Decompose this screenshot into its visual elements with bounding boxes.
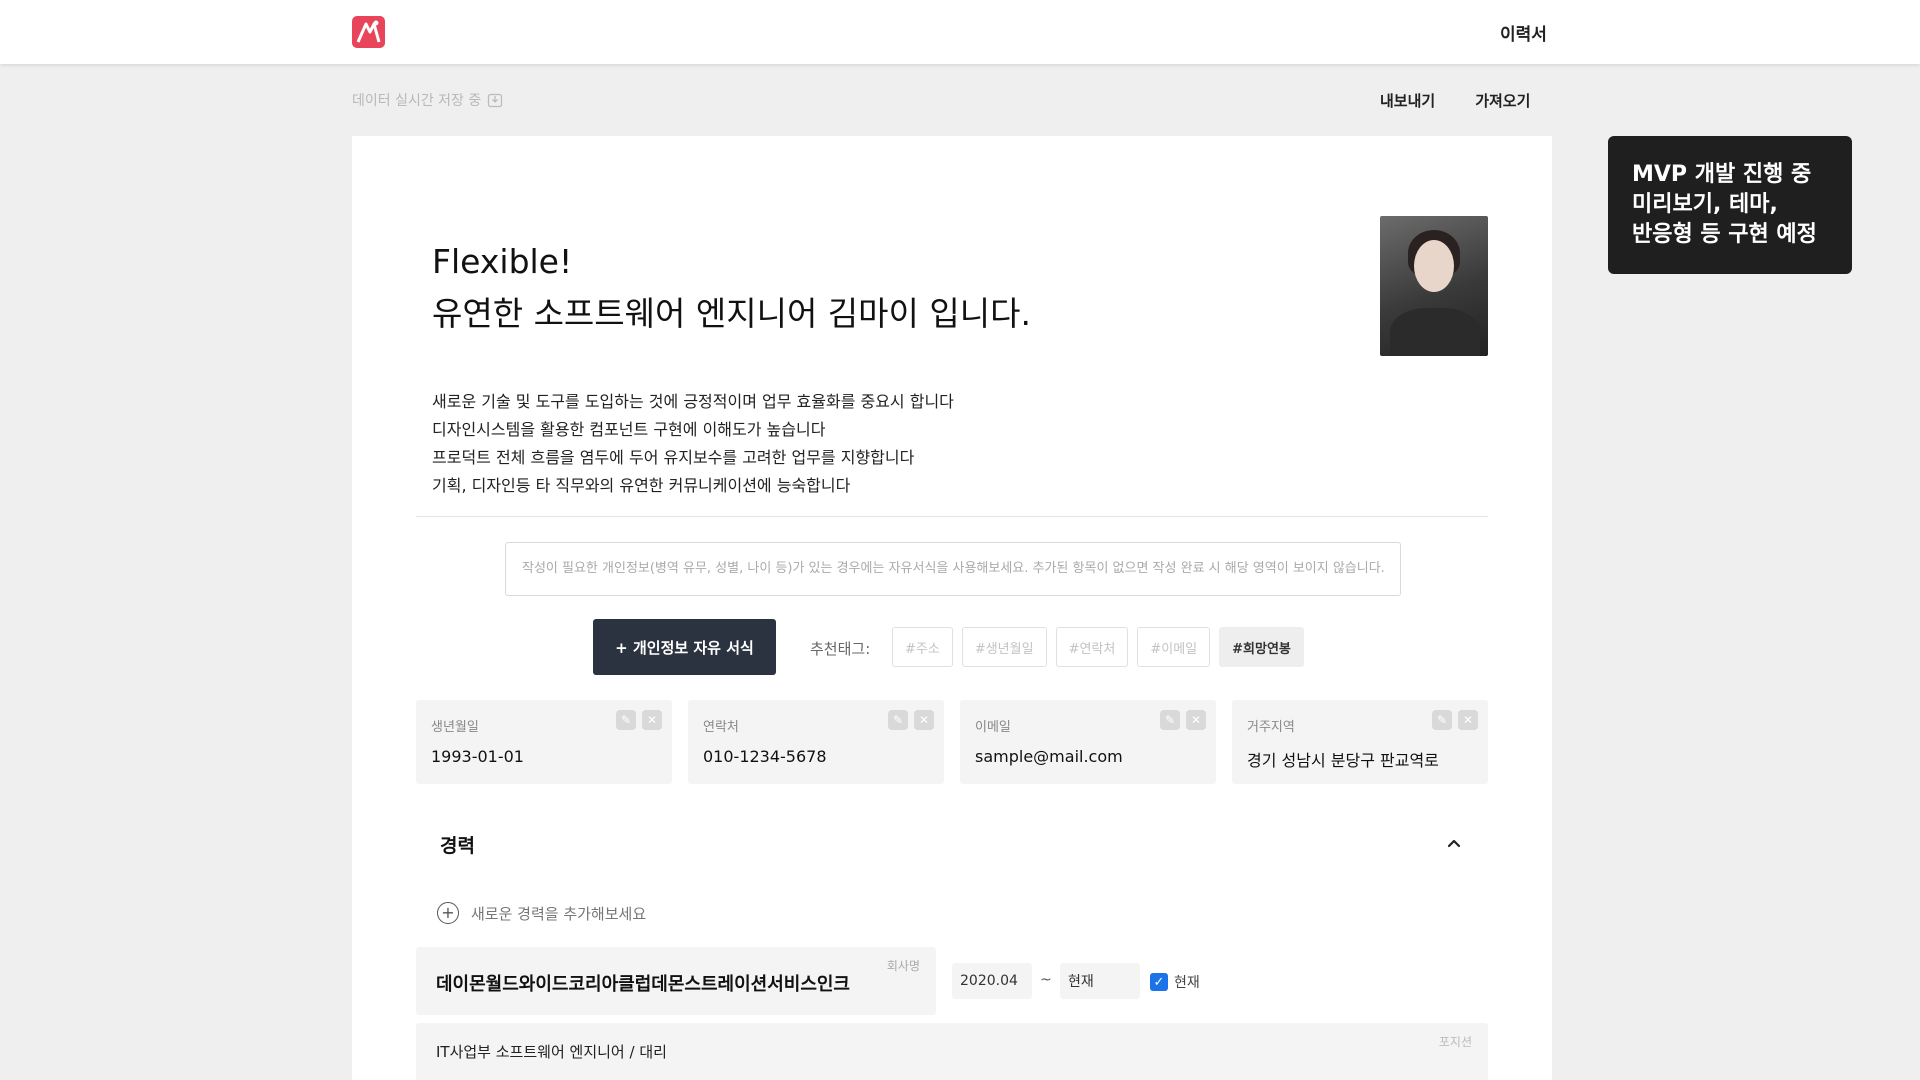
close-icon[interactable]: ✕	[914, 710, 934, 730]
card-actions: ✎ ✕	[616, 710, 662, 730]
current-label: 현재	[1174, 975, 1200, 991]
nav-resume-link[interactable]: 이력서	[1500, 20, 1547, 45]
card-actions: ✎ ✕	[888, 710, 934, 730]
app-logo-icon[interactable]	[352, 16, 385, 48]
card-actions: ✎ ✕	[1160, 710, 1206, 730]
info-card-residence[interactable]: 거주지역 경기 성남시 분당구 판교역로 ✎ ✕	[1232, 700, 1488, 784]
info-card-value: sample@mail.com	[975, 747, 1123, 766]
intro-line: 디자인시스템을 활용한 컴포넌트 구현에 이해도가 높습니다	[432, 420, 826, 439]
intro-line: 새로운 기술 및 도구를 도입하는 것에 긍정적이며 업무 효율화를 중요시 합…	[432, 392, 954, 411]
add-career-button[interactable]: + 새로운 경력을 추가해보세요	[437, 902, 646, 924]
chevron-up-icon[interactable]	[1444, 833, 1464, 853]
top-navbar: 이력서	[0, 0, 1920, 64]
save-status-text: 데이터 실시간 저장 중	[352, 93, 482, 109]
save-status: 데이터 실시간 저장 중	[352, 90, 503, 110]
personal-info-cards: 생년월일 1993-01-01 ✎ ✕ 연락처 010-1234-5678 ✎ …	[416, 700, 1488, 784]
edit-icon[interactable]: ✎	[1160, 710, 1180, 730]
add-career-label: 새로운 경력을 추가해보세요	[471, 904, 647, 923]
tag-contact[interactable]: #연락처	[1055, 627, 1129, 667]
photo-body	[1390, 308, 1480, 356]
start-date-field[interactable]: 2020.04	[952, 963, 1032, 999]
photo-face	[1414, 240, 1454, 292]
position-value: IT사업부 소프트웨어 엔지니어 / 대리	[436, 1043, 667, 1061]
current-employment-toggle[interactable]: ✓ 현재	[1150, 972, 1200, 992]
recommended-tags: #주소 #생년월일 #연락처 #이메일 #희망연봉	[892, 627, 1304, 667]
tag-desired-salary[interactable]: #희망연봉	[1219, 627, 1304, 667]
intro-line: 기획, 디자인등 타 직무와의 유연한 커뮤니케이션에 능숙합니다	[432, 476, 851, 495]
card-actions: ✎ ✕	[1432, 710, 1478, 730]
company-name-label: 회사명	[886, 959, 920, 973]
company-name-value: 데이몬월드와이드코리아클럽데몬스트레이션서비스인크	[436, 974, 850, 995]
divider	[416, 516, 1488, 517]
personal-info-hint: 작성이 필요한 개인정보(병역 유무, 성별, 나이 등)가 있는 경우에는 자…	[505, 542, 1401, 596]
development-notice: MVP 개발 진행 중 미리보기, 테마, 반응형 등 구현 예정	[1608, 136, 1852, 274]
export-button[interactable]: 내보내기	[1380, 90, 1435, 111]
resume-headline[interactable]: Flexible! 유연한 소프트웨어 엔지니어 김마이 입니다.	[432, 236, 1031, 340]
date-separator: ~	[1040, 972, 1052, 988]
intro-text[interactable]: 새로운 기술 및 도구를 도입하는 것에 긍정적이며 업무 효율화를 중요시 합…	[432, 388, 954, 500]
resume-paper: Flexible! 유연한 소프트웨어 엔지니어 김마이 입니다. 새로운 기술…	[352, 136, 1552, 1080]
add-personal-info-button[interactable]: + 개인정보 자유 서식	[593, 619, 776, 675]
info-card-birthdate[interactable]: 생년월일 1993-01-01 ✎ ✕	[416, 700, 672, 784]
close-icon[interactable]: ✕	[1186, 710, 1206, 730]
position-field[interactable]: IT사업부 소프트웨어 엔지니어 / 대리 포지션	[416, 1023, 1488, 1080]
save-icon	[488, 93, 503, 108]
end-date-field[interactable]: 현재	[1060, 963, 1140, 999]
import-button[interactable]: 가져오기	[1475, 90, 1530, 111]
headline-line-2: 유연한 소프트웨어 엔지니어 김마이 입니다.	[432, 294, 1031, 333]
edit-icon[interactable]: ✎	[1432, 710, 1452, 730]
headline-line-1: Flexible!	[432, 242, 573, 281]
tag-email[interactable]: #이메일	[1137, 627, 1211, 667]
close-icon[interactable]: ✕	[642, 710, 662, 730]
edit-icon[interactable]: ✎	[616, 710, 636, 730]
notice-line: MVP 개발 진행 중	[1632, 162, 1812, 187]
career-section-title: 경력	[440, 835, 475, 857]
position-label: 포지션	[1438, 1035, 1472, 1049]
tag-birthdate[interactable]: #생년월일	[961, 627, 1047, 667]
info-card-value: 경기 성남시 분당구 판교역로	[1247, 751, 1439, 770]
toolbar-actions: 내보내기 가져오기	[1380, 90, 1530, 111]
checkbox-checked-icon[interactable]: ✓	[1150, 973, 1168, 991]
plus-circle-icon: +	[437, 902, 459, 924]
info-card-email[interactable]: 이메일 sample@mail.com ✎ ✕	[960, 700, 1216, 784]
intro-line: 프로덕트 전체 흐름을 염두에 두어 유지보수를 고려한 업무를 지향합니다	[432, 448, 915, 467]
company-name-field[interactable]: 데이몬월드와이드코리아클럽데몬스트레이션서비스인크 회사명	[416, 947, 936, 1015]
close-icon[interactable]: ✕	[1458, 710, 1478, 730]
edit-icon[interactable]: ✎	[888, 710, 908, 730]
info-card-value: 010-1234-5678	[703, 747, 827, 766]
tag-address[interactable]: #주소	[892, 627, 953, 667]
recommended-tags-label: 추천태그:	[810, 640, 871, 658]
info-card-contact[interactable]: 연락처 010-1234-5678 ✎ ✕	[688, 700, 944, 784]
notice-line: 미리보기, 테마,	[1632, 192, 1778, 217]
notice-line: 반응형 등 구현 예정	[1632, 222, 1817, 247]
info-card-value: 1993-01-01	[431, 747, 524, 766]
profile-photo[interactable]	[1380, 216, 1488, 356]
